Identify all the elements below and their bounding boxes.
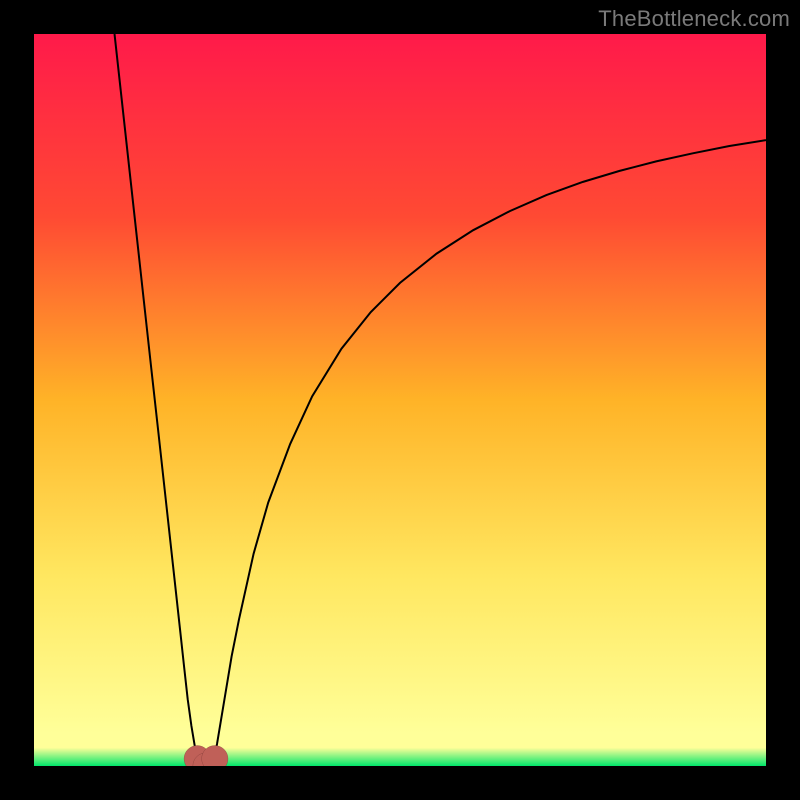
- gradient-background: [34, 34, 766, 766]
- outer-frame: TheBottleneck.com: [0, 0, 800, 800]
- chart-svg: [34, 34, 766, 766]
- plot-area: [34, 34, 766, 766]
- watermark-text: TheBottleneck.com: [598, 6, 790, 32]
